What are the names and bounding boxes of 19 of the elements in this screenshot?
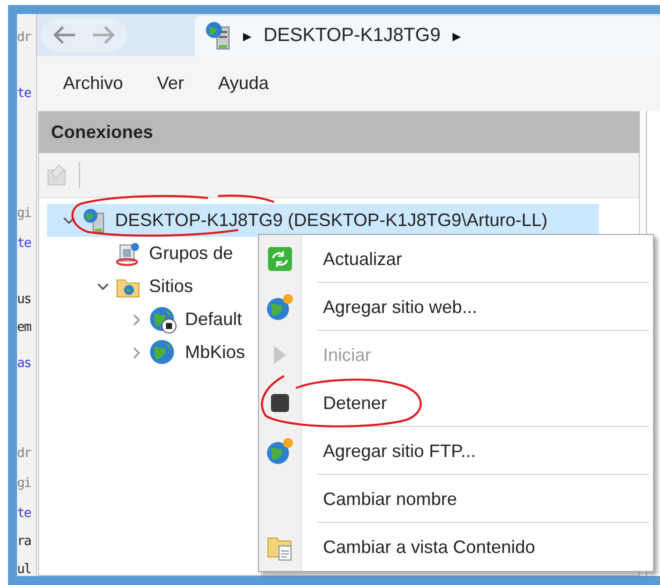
tree-label: Sitios [149, 276, 194, 297]
code-fragment: te [17, 85, 32, 103]
code-fragment: ra [17, 533, 32, 551]
panel-title: Conexiones [51, 122, 154, 143]
code-fragment: gi [17, 475, 32, 493]
code-fragment: te [17, 505, 32, 523]
code-fragment: as [17, 355, 32, 373]
code-fragment: dr [17, 445, 32, 463]
tree-label: DESKTOP-K1J8TG9 (DESKTOP-K1J8TG9\Arturo-LL) [115, 210, 548, 231]
code-fragment: us [17, 291, 32, 309]
tree-label: Default [185, 309, 242, 330]
tree-label: MbKios [185, 342, 246, 363]
code-fragment: ul [17, 561, 32, 579]
tree-label: Grupos de [149, 243, 234, 264]
breadcrumb-arrow: ▶ [243, 30, 252, 42]
code-fragment: gi [17, 205, 32, 223]
code-fragment: te [17, 235, 32, 253]
code-fragment: em [17, 319, 32, 337]
code-fragment: dr [17, 29, 32, 47]
